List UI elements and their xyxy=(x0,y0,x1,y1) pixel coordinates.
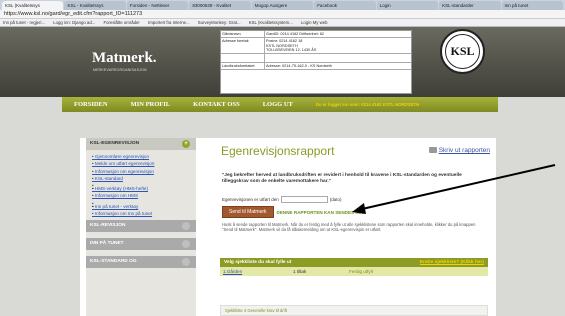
checklist-count: 1 tiltak xyxy=(293,269,307,274)
sidebar-section-label: KSL-STANDARD OG xyxy=(90,259,137,265)
print-report-link[interactable]: Skriv ut rapporten xyxy=(428,147,490,154)
change-checklist-link[interactable]: Endre sjekkliste? (Klikk her) xyxy=(420,260,484,265)
send-to-matmerk-button[interactable]: Send til Matmerk xyxy=(222,206,274,218)
browser-tab[interactable]: Mogop Auvigere xyxy=(251,1,314,10)
sidebar-section-revisjon[interactable]: KSL-REVISJON xyxy=(86,220,196,233)
nav-logout[interactable]: LOGG UT xyxy=(263,101,293,108)
sidebar-link[interactable]: KSL-standard xyxy=(92,175,196,182)
sidebar-link[interactable]: Melde om utført egenrevisjon xyxy=(92,160,196,167)
login-status: Du er logget inn som: 0214 4162 KSTL NOR… xyxy=(315,102,420,107)
sidebar-section-label: INN PÅ TUNET xyxy=(90,241,124,247)
matmerk-logo[interactable]: Matmerk. xyxy=(92,50,157,67)
expand-icon[interactable] xyxy=(182,258,190,267)
sidebar-link[interactable]: Informasjon om HMS xyxy=(92,192,196,199)
info-label: Landbruksforetaket xyxy=(221,63,265,70)
date-hint: (dato) xyxy=(329,197,342,202)
send-status: DENNE RAPPORTEN KAN SENDES INN! xyxy=(276,209,365,215)
bookmark-item[interactable]: KSL (Kvalitetssystem... xyxy=(249,20,293,25)
info-row: Landbruksforetaket Adresse: 0214-75-162-0… xyxy=(221,63,411,71)
logo-subtitle: MERKEVAREORGANISASJON xyxy=(93,68,147,72)
bookmarks-bar: Inn på tunet - regjeri... Logg inn: Djan… xyxy=(0,19,565,27)
info-value: Adresse: 0214-75-162-0 - KS Nordseth xyxy=(266,64,332,69)
main-nav: FORSIDEN MIN PROFIL KONTAKT OSS LOGG UT … xyxy=(62,97,498,112)
bookmark-item[interactable]: Foreslåtte områder xyxy=(104,20,140,25)
expand-icon[interactable]: + xyxy=(182,140,190,148)
sidebar-link[interactable]: HMS-verktøy (HMS-hefte) xyxy=(92,185,196,192)
date-input[interactable] xyxy=(280,196,328,203)
bookmark-item[interactable]: Inn på tunet - regjeri... xyxy=(3,20,45,25)
send-row: Send til Matmerk DENNE RAPPORTEN KAN SEN… xyxy=(222,206,365,218)
checklist-status: Ferdig utfylt xyxy=(349,269,373,274)
sidebar-link[interactable]: Informasjon om Inn på tunet xyxy=(92,210,196,217)
bookmark-item[interactable]: Importert fra Interne... xyxy=(148,20,190,25)
declaration-text: "Jeg bekrefter herved at landbruksdrifte… xyxy=(222,173,462,184)
sidebar-link[interactable]: Inn på tunet - verktøy xyxy=(92,203,196,210)
nav-home[interactable]: FORSIDEN xyxy=(74,101,108,108)
nav-profile[interactable]: MIN PROFIL xyxy=(131,101,171,108)
checklist-table: Velg sjekkliste du skal fylle ut Endre s… xyxy=(220,258,488,292)
browser-tab[interactable]: Forsiden - Nettleser xyxy=(126,1,189,10)
sidebar: KSL-EGENREVISJON + Gjennomføre egenrevis… xyxy=(86,138,196,316)
sidebar-link[interactable]: Gjennomføre egenrevisjon xyxy=(92,153,196,160)
sidebar-links: Gjennomføre egenrevisjon Melde om utført… xyxy=(86,150,196,220)
checklist-header: Velg sjekkliste du skal fylle ut Endre s… xyxy=(220,258,488,267)
info-row xyxy=(221,54,411,64)
sidebar-section-standard[interactable]: KSL-STANDARD OG xyxy=(86,256,196,269)
info-note: Husk å sende rapporten til Matmerk. Når … xyxy=(222,222,476,233)
info-row: Gårdsnavn GardID: 0214 4162 Driftsenhet: … xyxy=(221,31,411,39)
printer-icon xyxy=(428,147,437,154)
site-header: Matmerk. MERKEVAREORGANISASJON Gårdsnavn… xyxy=(0,27,565,97)
browser-tab[interactable]: 83000639 - Kvalitet xyxy=(189,1,251,10)
bookmark-item[interactable]: Logg inn: Django ad... xyxy=(53,20,95,25)
address-bar[interactable]: https://www.ksl.no/gard/egr_edit.cfm?rap… xyxy=(0,10,565,19)
browser-tab[interactable]: Inn på tunet xyxy=(501,1,563,10)
nav-contact[interactable]: KONTAKT OSS xyxy=(193,101,240,108)
main-panel: Egenrevisjonsrapport Skriv ut rapporten … xyxy=(214,138,490,316)
sidebar-link[interactable]: Informasjon om egenrevisjon xyxy=(92,168,196,175)
info-row: Adresse foretak Postnr: 0214 4162 18 KSTL… xyxy=(221,38,411,55)
date-row: Egenrevisjonen er utført den (dato) xyxy=(222,196,342,203)
print-link-label: Skriv ut rapporten xyxy=(438,147,490,154)
expand-icon[interactable] xyxy=(182,222,190,231)
web-page: Matmerk. MERKEVAREORGANISASJON Gårdsnavn… xyxy=(0,27,565,316)
browser-tab[interactable]: Facebook xyxy=(314,1,376,10)
expand-icon[interactable] xyxy=(182,240,190,249)
sidebar-section-label: KSL-EGENREVISJON xyxy=(90,141,140,146)
farm-info-box: Gårdsnavn GardID: 0214 4162 Driftsenhet: … xyxy=(220,30,412,94)
info-label xyxy=(221,54,265,63)
info-value: GardID: 0214 4162 Driftsenhet: 62 xyxy=(266,32,325,36)
date-label: Egenrevisjonen er utført den xyxy=(222,197,279,202)
browser-tab[interactable]: KSL-standarder xyxy=(439,1,501,10)
info-label: Adresse foretak xyxy=(221,38,265,54)
sidebar-section-label: KSL-REVISJON xyxy=(90,223,126,229)
bookmark-item[interactable]: SurveyMonkey: Grat... xyxy=(198,20,241,25)
table-row: 1.Gården 1 tiltak Ferdig utfylt xyxy=(220,267,488,276)
checklist-header-label: Velg sjekkliste du skal fylle ut xyxy=(224,260,292,265)
content-area: KSL-EGENREVISJON + Gjennomføre egenrevis… xyxy=(80,138,496,316)
sidebar-section-egenrevisjon[interactable]: KSL-EGENREVISJON + xyxy=(86,138,196,150)
info-label: Gårdsnavn xyxy=(221,31,265,38)
sidebar-section-inn-pa-tunet[interactable]: INN PÅ TUNET xyxy=(86,238,196,251)
ksl-seal-logo: KSL xyxy=(440,29,485,74)
browser-tab[interactable]: Login xyxy=(376,1,439,10)
page-title: Egenrevisjonsrapport xyxy=(221,144,335,158)
browser-tab[interactable]: KSL (Kvalitetssys xyxy=(2,1,64,10)
browser-tab-bar: KSL (Kvalitetssys KSL - Kvalitetssys For… xyxy=(0,0,565,10)
info-value: Postnr: 0214 4162 18 KSTL NORDSETH TOLLB… xyxy=(266,39,317,52)
seal-text: KSL xyxy=(445,34,480,69)
checklist-row-partial[interactable]: Sjekkliste 4 Generelle krav til drift xyxy=(220,305,488,316)
browser-tab[interactable]: KSL - Kvalitetssys xyxy=(64,1,126,10)
bookmark-item[interactable]: Login My web xyxy=(301,20,328,25)
checklist-link[interactable]: 1.Gården xyxy=(223,269,293,274)
info-value xyxy=(265,54,411,62)
